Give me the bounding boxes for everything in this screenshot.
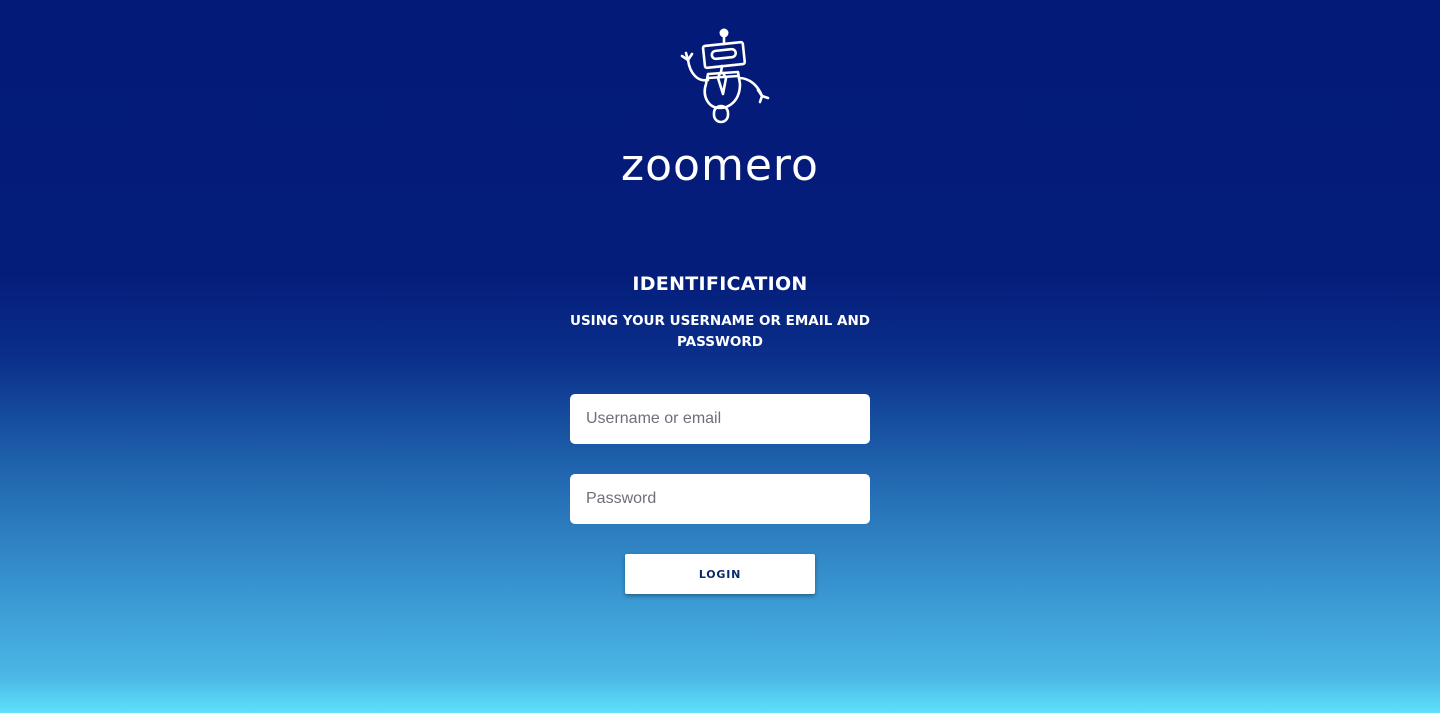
password-input[interactable] [570, 474, 870, 524]
brand-name: zoomero [621, 140, 819, 191]
login-button[interactable]: LOGIN [625, 554, 815, 594]
logo-icon [668, 26, 772, 126]
login-subheading: USING YOUR USERNAME OR EMAIL AND PASSWOR… [570, 313, 870, 350]
login-heading: IDENTIFICATION [632, 273, 808, 295]
robot-icon [680, 28, 770, 124]
username-input[interactable] [570, 394, 870, 444]
